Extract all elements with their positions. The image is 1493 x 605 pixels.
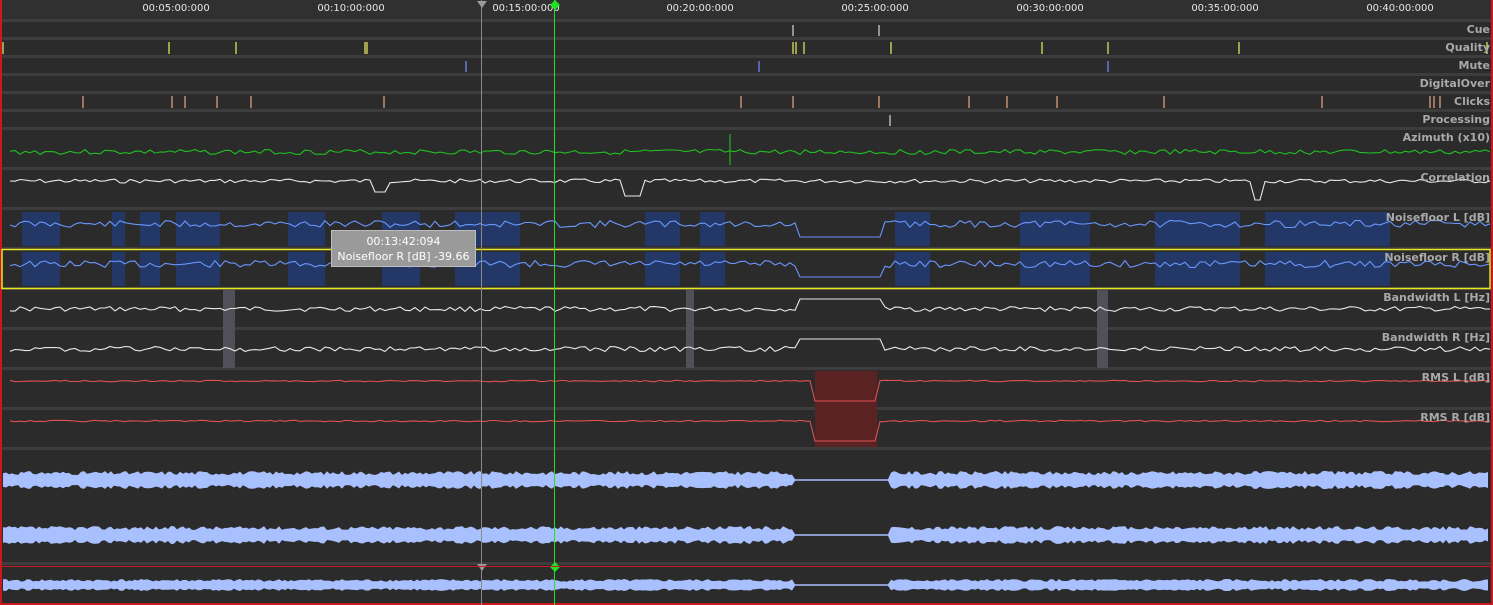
- row-label-azimuth: Azimuth (x10): [1402, 131, 1490, 144]
- noisefloor-block: [645, 252, 680, 286]
- row-label-cue: Cue: [1466, 23, 1490, 36]
- hover-cursor-line[interactable]: [481, 0, 482, 605]
- event-marks: [2, 25, 1488, 126]
- noisefloor-block: [1155, 212, 1240, 246]
- azimuth-line: [9, 148, 1491, 156]
- rms-r-line: [9, 419, 1491, 442]
- noisefloor-block: [112, 252, 125, 286]
- row-label-quality: Quality: [1445, 41, 1490, 54]
- playhead-line[interactable]: [554, 0, 555, 605]
- graph-lines: [9, 134, 1491, 442]
- noisefloor-block: [288, 212, 325, 246]
- row-label-clicks: Clicks: [1454, 95, 1490, 108]
- noisefloor-block: [176, 212, 220, 246]
- correlation-line: [9, 178, 1491, 201]
- rms-dropout-region: [815, 371, 877, 447]
- row-label-rms-r: RMS R [dB]: [1420, 411, 1490, 424]
- row-label-noisefloor-l: Noisefloor L [dB]: [1385, 211, 1490, 224]
- value-tooltip: 00:13:42:094 Noisefloor R [dB] -39.66: [331, 230, 476, 267]
- noisefloor-block: [176, 252, 220, 286]
- noisefloor-block: [700, 252, 725, 286]
- noisefloor-block: [22, 212, 60, 246]
- row-label-mute: Mute: [1458, 59, 1491, 72]
- noisefloor-block: [22, 252, 60, 286]
- noisefloor-block: [1020, 212, 1090, 246]
- noisefloor-block: [1155, 252, 1240, 286]
- noisefloor-block: [700, 212, 725, 246]
- waveform-left-channel: [3, 471, 1488, 489]
- noisefloor-block: [1265, 212, 1390, 246]
- playhead-diamond-icon[interactable]: [549, 0, 561, 10]
- waveform-right-channel: [3, 526, 1488, 544]
- bandwidth-marker: [1097, 290, 1108, 368]
- noisefloor-block: [645, 212, 680, 246]
- tooltip-time: 00:13:42:094: [366, 235, 441, 248]
- noisefloor-block: [895, 252, 930, 286]
- noisefloor-block: [112, 212, 125, 246]
- noisefloor-block: [895, 212, 930, 246]
- noisefloor-block: [140, 252, 160, 286]
- overview-strip[interactable]: [2, 566, 1491, 603]
- noisefloor-block: [1020, 252, 1090, 286]
- row-label-correlation: Correlation: [1420, 171, 1490, 184]
- noisefloor-block: [1265, 252, 1390, 286]
- bandwidth-marker: [223, 290, 235, 368]
- row-label-digital-over: DigitalOver: [1419, 77, 1490, 90]
- analysis-graphs: [1, 25, 1491, 591]
- bandwidth-markers: [223, 290, 1108, 368]
- row-label-processing: Processing: [1422, 113, 1490, 126]
- bandwidth-marker: [686, 290, 694, 368]
- triangle-down-icon[interactable]: [476, 0, 488, 9]
- row-label-bandwidth-r: Bandwidth R [Hz]: [1381, 331, 1490, 344]
- tooltip-value: Noisefloor R [dB] -39.66: [337, 250, 470, 263]
- row-label-bandwidth-l: Bandwidth L [Hz]: [1383, 291, 1490, 304]
- row-label-rms-l: RMS L [dB]: [1421, 371, 1490, 384]
- row-label-noisefloor-r: Noisefloor R [dB]: [1384, 251, 1490, 264]
- rms-l-line: [9, 379, 1491, 402]
- noisefloor-block: [288, 252, 325, 286]
- noisefloor-block: [140, 212, 160, 246]
